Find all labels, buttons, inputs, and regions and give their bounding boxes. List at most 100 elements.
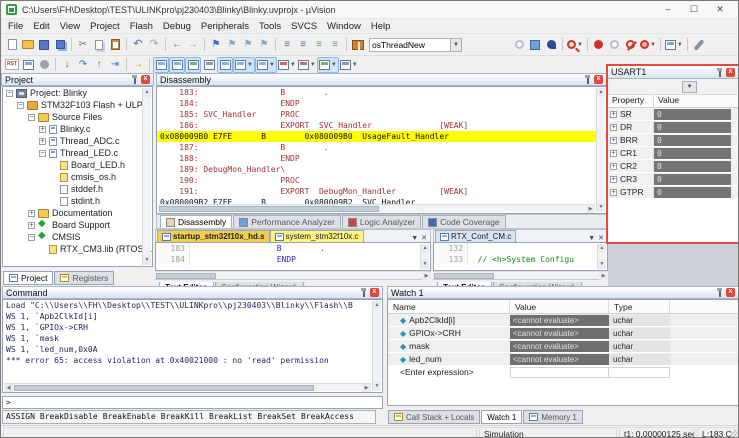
disable-all-breakpoints-button[interactable] [623, 37, 639, 53]
scroll-up-icon[interactable]: ▲ [421, 244, 429, 253]
file-tab-startup-stm32f10x-hd-s[interactable]: startup_stm32f10x_hd.s [157, 230, 270, 242]
navigate-back-button[interactable] [169, 37, 185, 53]
menu-peripherals[interactable]: Peripherals [196, 21, 254, 32]
tree-item-cmsis-os-h[interactable]: cmsis_os.h [3, 171, 152, 183]
close-button[interactable]: ✕ [707, 4, 733, 15]
usart1-dropdown-button[interactable]: ▼ [682, 81, 697, 93]
tab-watch-1[interactable]: Watch 1 [481, 410, 522, 424]
copy-button[interactable] [91, 37, 107, 53]
scroll-up-icon[interactable]: ▲ [597, 88, 605, 97]
paste-button[interactable] [107, 37, 123, 53]
tree-expander-icon[interactable]: − [17, 102, 24, 109]
tab-registers[interactable]: Registers [54, 271, 114, 285]
menu-debug[interactable]: Debug [158, 21, 196, 32]
pin-icon[interactable] [360, 288, 367, 297]
command-keyword[interactable]: BreakAccess [301, 411, 354, 423]
editor-vertical-scrollbar[interactable]: ▲▼ [597, 244, 606, 269]
editor-horizontal-scrollbar[interactable]: ▶ [155, 271, 431, 279]
step-button[interactable] [59, 57, 75, 73]
tab-performance-analyzer[interactable]: Performance Analyzer [233, 215, 341, 228]
tab-call-stack-locals[interactable]: Call Stack + Locals [388, 410, 480, 424]
tab-code-coverage[interactable]: Code Coverage [422, 215, 506, 228]
scroll-down-icon[interactable]: ▼ [421, 260, 429, 269]
disassembly-horizontal-scrollbar[interactable]: ▶ [158, 204, 595, 212]
open-file-button[interactable] [20, 37, 36, 53]
file-tab-rtx-conf-cm-c[interactable]: RTX_Conf_CM.c [435, 230, 516, 242]
type-column-header[interactable]: Type [609, 300, 670, 313]
watch-row[interactable]: <Enter expression> [388, 366, 738, 379]
close-panel-icon[interactable]: x [370, 288, 379, 297]
command-window-button[interactable] [153, 57, 169, 73]
bookmark-toggle-button[interactable] [208, 37, 224, 53]
name-column-header[interactable]: Name [388, 300, 510, 313]
dropdown-arrow-icon[interactable]: ▼ [290, 62, 296, 68]
menu-edit[interactable]: Edit [28, 21, 54, 32]
watch-row[interactable]: ◆GPIOx->CRH<cannot evaluate>uchar [388, 327, 738, 340]
command-keyword[interactable]: ASSIGN [6, 411, 35, 423]
close-panel-icon[interactable]: x [141, 75, 150, 84]
tree-item-stddef-h[interactable]: stddef.h [3, 183, 152, 195]
tab-list-icon[interactable]: ▼ [411, 235, 418, 242]
insert-breakpoint-button[interactable] [591, 37, 607, 53]
dropdown-arrow-icon[interactable]: ▼ [331, 62, 337, 68]
command-output-area[interactable]: Load "C:\\Users\\FH\\Desktop\\TEST\\ULIN… [2, 299, 383, 393]
project-vertical-scrollbar[interactable]: ▲▼ [142, 88, 151, 265]
redo-button[interactable] [146, 37, 162, 53]
command-vertical-scrollbar[interactable]: ▲ ▼ [372, 301, 381, 391]
tree-expander-icon[interactable]: − [28, 234, 35, 241]
scroll-right-icon[interactable]: ▶ [422, 272, 431, 280]
tree-item-board-led-h[interactable]: Board_LED.h [3, 159, 152, 171]
run-to-cursor-button[interactable] [107, 57, 123, 73]
maximize-button[interactable]: ☐ [681, 4, 707, 15]
dropdown-arrow-icon[interactable]: ▼ [650, 42, 656, 48]
tree-item-source-files[interactable]: −Source Files [3, 111, 152, 123]
command-horizontal-scrollbar[interactable]: ◀ ▶ [4, 383, 371, 391]
command-keyword[interactable]: BreakSet [257, 411, 296, 423]
search-input[interactable] [369, 38, 451, 52]
indent-button[interactable] [295, 37, 311, 53]
cut-button[interactable] [75, 37, 91, 53]
close-panel-icon[interactable]: x [726, 288, 735, 297]
tab-memory-1[interactable]: Memory 1 [523, 410, 583, 424]
tree-item-blinky-c[interactable]: +Blinky.c [3, 123, 152, 135]
tree-item-thread-led-c[interactable]: −Thread_LED.c [3, 147, 152, 159]
reset-cpu-button[interactable] [4, 57, 20, 73]
save-all-button[interactable] [52, 37, 68, 53]
find-in-files-button[interactable] [350, 37, 366, 53]
toolbox-button[interactable]: ▼ [339, 57, 359, 73]
menu-window[interactable]: Window [322, 21, 366, 32]
scroll-right-icon[interactable]: ▶ [586, 205, 595, 213]
save-button[interactable] [36, 37, 52, 53]
scroll-down-icon[interactable]: ▼ [143, 256, 151, 265]
start-stop-debug-button[interactable]: ▼ [566, 37, 584, 53]
menu-project[interactable]: Project [85, 21, 125, 32]
close-panel-icon[interactable]: x [726, 68, 735, 77]
minimize-button[interactable]: – [655, 4, 681, 15]
dropdown-arrow-icon[interactable]: ▼ [352, 62, 358, 68]
scrollbar-thumb[interactable] [14, 385, 314, 391]
tree-item-stdint-h[interactable]: stdint.h [3, 195, 152, 207]
system-viewer-button[interactable]: ▼ [317, 57, 339, 73]
bookmark-prev-button[interactable] [224, 37, 240, 53]
pin-icon[interactable] [131, 75, 138, 84]
close-file-icon[interactable]: ✕ [598, 234, 604, 242]
tree-expander-icon[interactable]: + [39, 126, 46, 133]
scroll-up-icon[interactable]: ▲ [598, 244, 606, 253]
menu-tools[interactable]: Tools [254, 21, 286, 32]
comment-button[interactable] [311, 37, 327, 53]
serial-window-button[interactable]: ▼ [255, 57, 277, 73]
close-file-icon[interactable]: ✕ [421, 234, 427, 242]
scrollbar-thumb[interactable] [159, 206, 379, 212]
tab-logic-analyzer[interactable]: Logic Analyzer [342, 215, 421, 228]
expand-icon[interactable]: + [610, 124, 617, 131]
command-keyword[interactable]: BreakEnable [103, 411, 156, 423]
run-button[interactable] [20, 57, 36, 73]
step-out-button[interactable] [91, 57, 107, 73]
step-over-button[interactable] [75, 57, 91, 73]
goto-function-button[interactable] [543, 37, 559, 53]
dropdown-arrow-icon[interactable]: ▼ [269, 62, 275, 68]
tree-item-board-support[interactable]: +Board Support [3, 219, 152, 231]
expand-icon[interactable]: + [610, 163, 617, 170]
expand-icon[interactable]: + [610, 176, 617, 183]
menu-svcs[interactable]: SVCS [286, 21, 322, 32]
